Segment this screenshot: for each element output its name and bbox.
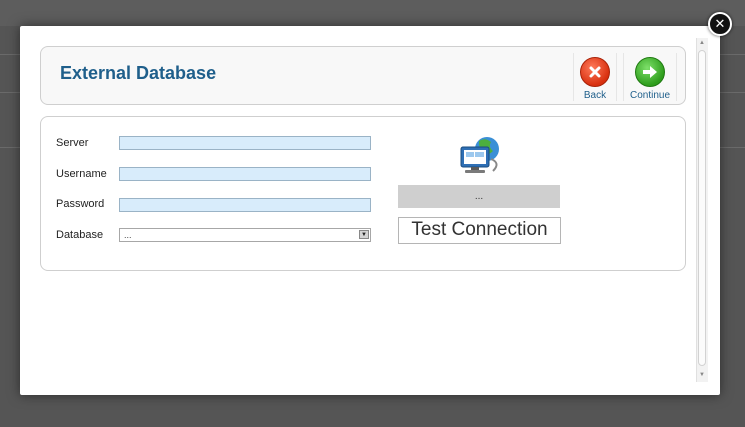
server-input[interactable] [119, 136, 371, 150]
username-label: Username [56, 168, 107, 180]
network-computer-icon [460, 137, 499, 173]
username-input[interactable] [119, 167, 371, 181]
password-label: Password [56, 198, 105, 210]
vertical-scrollbar[interactable]: ▲ ▼ [696, 38, 708, 382]
database-label: Database [56, 229, 104, 241]
page-title: External Database [60, 63, 217, 83]
password-input[interactable] [119, 198, 371, 212]
connection-status: ... [398, 185, 560, 208]
scrollbar-thumb[interactable] [698, 50, 706, 366]
header-panel: External Database Back Continue [40, 46, 686, 105]
back-button-label: Back [583, 90, 607, 101]
cancel-icon [580, 57, 610, 87]
database-selected-value: ... [124, 230, 132, 240]
close-dialog-button[interactable]: ✕ [708, 12, 732, 36]
server-label: Server [56, 137, 89, 149]
database-select[interactable]: ... ▼ [119, 228, 371, 242]
arrow-right-icon [635, 57, 665, 87]
connection-form: Server Username Password Database ... ▼ … [40, 116, 686, 271]
close-icon: ✕ [714, 16, 726, 32]
test-connection-button[interactable]: Test Connection [398, 217, 561, 244]
scroll-up-icon[interactable]: ▲ [699, 40, 705, 46]
backdrop-band-top [0, 0, 745, 26]
back-button[interactable]: Back [573, 53, 617, 101]
scroll-down-icon[interactable]: ▼ [699, 372, 705, 378]
chevron-down-icon: ▼ [359, 230, 369, 239]
continue-button[interactable]: Continue [623, 53, 677, 101]
continue-button-label: Continue [629, 90, 671, 101]
external-database-dialog: External Database Back Continue Server U… [20, 26, 720, 395]
